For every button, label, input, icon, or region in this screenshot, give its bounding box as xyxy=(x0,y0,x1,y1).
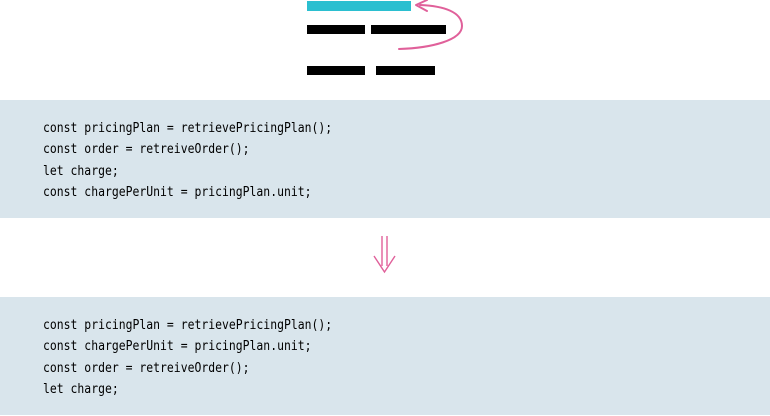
code-after-panel: const pricingPlan = retrievePricingPlan(… xyxy=(0,297,770,415)
code-line: const chargePerUnit = pricingPlan.unit; xyxy=(43,339,312,355)
code-line: let charge; xyxy=(43,163,119,179)
statement-bar-left-lower xyxy=(307,66,365,75)
code-line: const chargePerUnit = pricingPlan.unit; xyxy=(43,184,312,200)
code-line: const pricingPlan = retrievePricingPlan(… xyxy=(43,318,333,333)
refactoring-diagram: const pricingPlan = retrievePricingPlan(… xyxy=(0,0,770,416)
statement-bar-right-lower xyxy=(376,66,435,75)
slide-statements-icon xyxy=(307,0,464,75)
statement-bar-right xyxy=(371,25,446,34)
code-after-lines: const pricingPlan = retrievePricingPlan(… xyxy=(43,315,379,400)
highlighted-statement-bar xyxy=(307,1,411,11)
code-before-panel: const pricingPlan = retrievePricingPlan(… xyxy=(0,100,770,218)
statement-bar-left xyxy=(307,25,365,34)
code-before-lines: const pricingPlan = retrievePricingPlan(… xyxy=(43,118,379,203)
code-line: const order = retreiveOrder(); xyxy=(43,360,250,376)
code-line: const order = retreiveOrder(); xyxy=(43,142,250,158)
code-line: const pricingPlan = retrievePricingPlan(… xyxy=(43,121,333,136)
code-line: let charge; xyxy=(43,381,119,397)
